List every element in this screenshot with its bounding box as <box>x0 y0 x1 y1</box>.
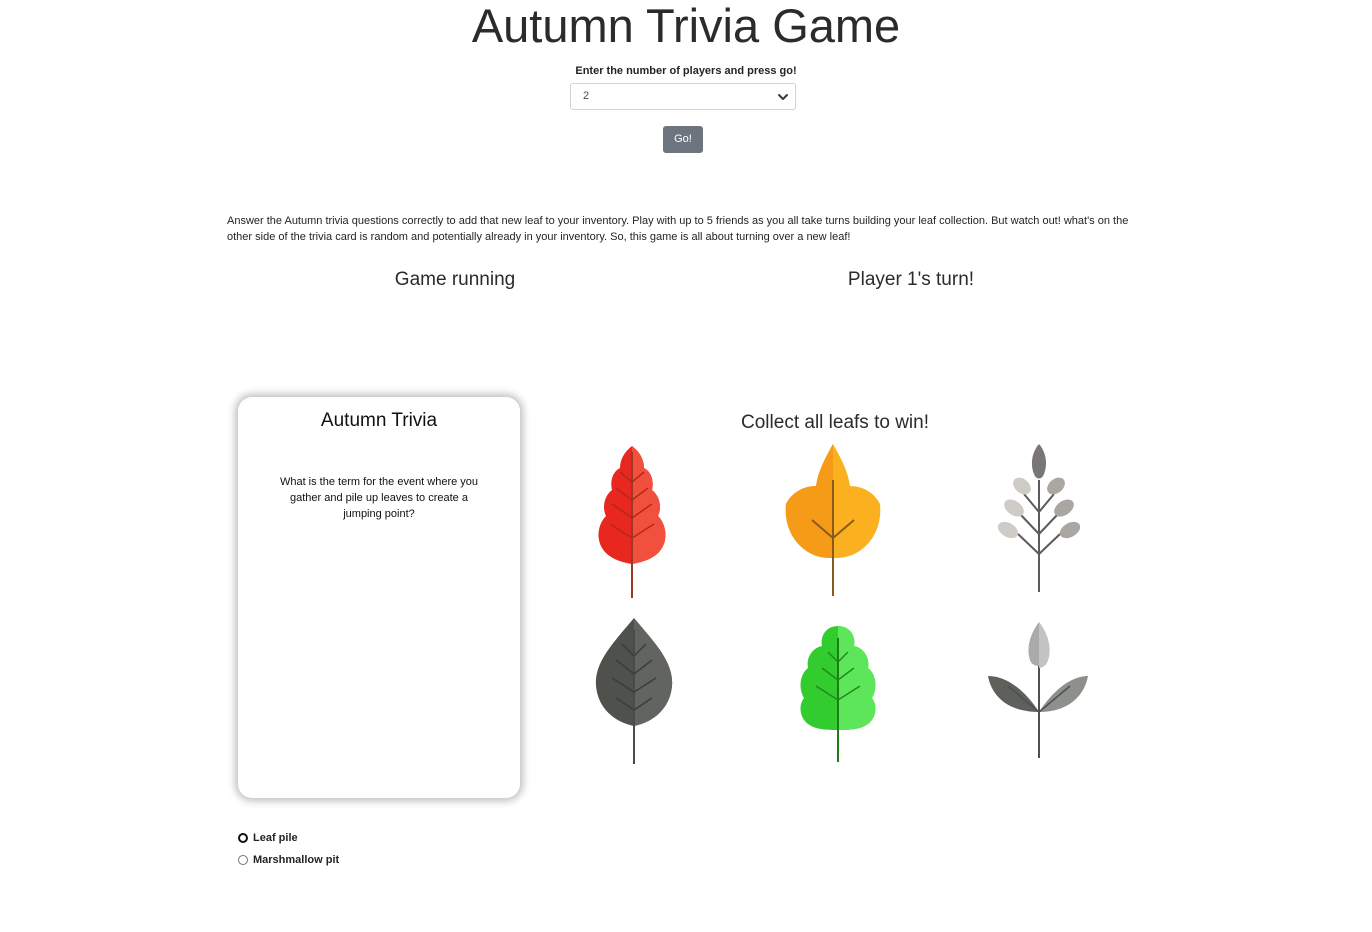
players-select[interactable]: 2 <box>570 83 796 110</box>
trivia-card: Autumn Trivia What is the term for the e… <box>238 397 520 798</box>
page-title: Autumn Trivia Game <box>471 0 901 52</box>
answer-radio-marshmallow-pit[interactable] <box>238 855 248 865</box>
answer-label: Marshmallow pit <box>253 854 340 866</box>
answer-option-leaf-pile[interactable]: Leaf pile <box>238 832 298 844</box>
go-button[interactable]: Go! <box>663 126 703 153</box>
grey-branch-icon <box>997 444 1081 592</box>
intro-text: Answer the Autumn trivia questions corre… <box>227 215 1129 243</box>
turn-indicator: Player 1's turn! <box>847 269 975 290</box>
card-question: What is the term for the event where you… <box>279 476 479 520</box>
answer-radio-leaf-pile[interactable] <box>238 833 248 843</box>
answer-option-marshmallow-pit[interactable]: Marshmallow pit <box>238 854 339 866</box>
players-select-value: 2 <box>583 90 590 102</box>
game-status: Game running <box>394 269 516 290</box>
answer-label: Leaf pile <box>253 832 298 844</box>
chevron-down-icon <box>778 94 788 100</box>
red-leaf-icon <box>598 446 666 598</box>
collection-title: Collect all leafs to win! <box>741 412 929 433</box>
card-title: Autumn Trivia <box>320 410 438 431</box>
players-prompt: Enter the number of players and press go… <box>575 65 797 77</box>
grey-sprig-icon <box>988 622 1088 758</box>
orange-leaf-icon <box>785 444 881 596</box>
green-leaf-icon <box>800 626 876 762</box>
dark-leaf-icon <box>595 618 673 764</box>
